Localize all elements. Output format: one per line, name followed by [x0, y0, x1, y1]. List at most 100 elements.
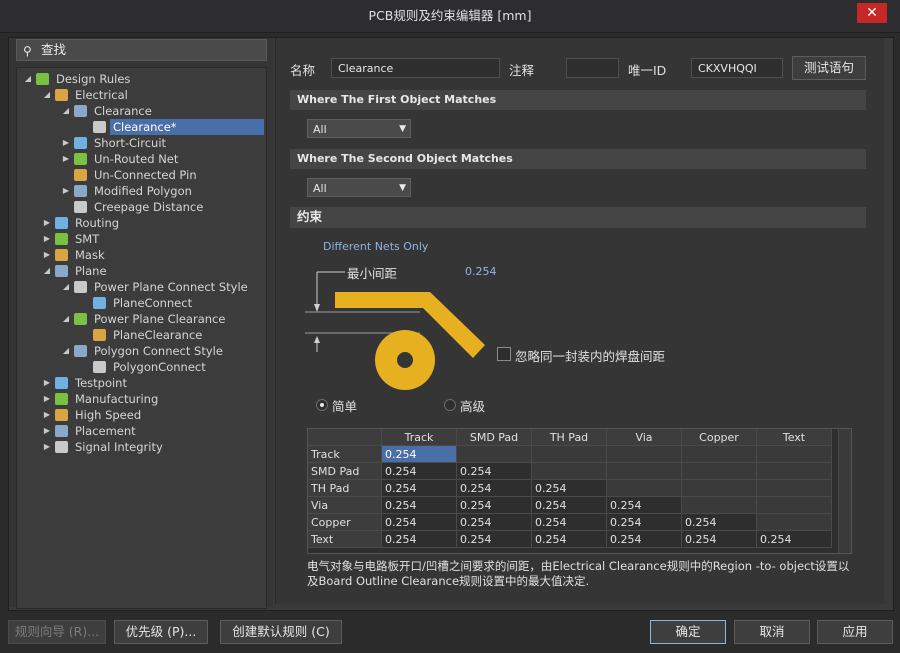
- tree-item-clearance[interactable]: Clearance*: [17, 119, 264, 135]
- net-scope-link[interactable]: Different Nets Only: [323, 240, 428, 253]
- search-input[interactable]: ⚲ 查找: [16, 39, 267, 61]
- matrix-cell[interactable]: 0.254: [381, 462, 457, 480]
- tree-item-polygon-connect-style[interactable]: ◢ Polygon Connect Style: [17, 343, 264, 359]
- mode-simple-label: 简单: [332, 399, 358, 414]
- matrix-cell[interactable]: 0.254: [756, 530, 832, 548]
- tree-item-label: Clearance: [94, 104, 152, 118]
- tree-item-modified-polygon[interactable]: ▶ Modified Polygon: [17, 183, 264, 199]
- matrix-corner: [308, 429, 382, 446]
- collapse-arrow-icon[interactable]: ◢: [42, 263, 52, 279]
- collapse-arrow-icon[interactable]: ◢: [61, 103, 71, 119]
- rule-wizard-button[interactable]: 规则向导 (R)...: [8, 620, 106, 644]
- matrix-cell[interactable]: 0.254: [456, 462, 532, 480]
- tree-item-clearance[interactable]: ◢ Clearance: [17, 103, 264, 119]
- cancel-button[interactable]: 取消: [734, 620, 810, 644]
- collapse-arrow-icon[interactable]: ◢: [23, 71, 33, 87]
- tree-item-un-routed-net[interactable]: ▶ Un-Routed Net: [17, 151, 264, 167]
- clearance-rule-icon: [93, 121, 106, 133]
- tree-item-smt[interactable]: ▶ SMT: [17, 231, 264, 247]
- tree-item-creepage-distance[interactable]: Creepage Distance: [17, 199, 264, 215]
- expand-arrow-icon[interactable]: ▶: [42, 391, 52, 407]
- electrical-icon: [55, 89, 68, 101]
- tree-item-design-rules[interactable]: ◢ Design Rules: [17, 71, 264, 87]
- matrix-cell[interactable]: 0.254: [456, 479, 532, 497]
- mode-advanced-radio[interactable]: [444, 399, 456, 411]
- collapse-arrow-icon[interactable]: ◢: [61, 279, 71, 295]
- matrix-scrollbar[interactable]: [838, 429, 851, 553]
- ignore-pad-checkbox[interactable]: [497, 347, 511, 361]
- second-match-dropdown[interactable]: All ▼: [307, 178, 411, 197]
- tree-item-power-plane-connect-style[interactable]: ◢ Power Plane Connect Style: [17, 279, 264, 295]
- tree-item-electrical[interactable]: ◢ Electrical: [17, 87, 264, 103]
- tree-item-label: Mask: [75, 248, 105, 262]
- matrix-cell[interactable]: 0.254: [456, 496, 532, 514]
- matrix-cell[interactable]: 0.254: [381, 530, 457, 548]
- uid-field[interactable]: CKXVHQQI: [691, 58, 783, 78]
- expand-arrow-icon[interactable]: ▶: [42, 439, 52, 455]
- create-default-rules-button[interactable]: 创建默认规则 (C): [220, 620, 342, 644]
- matrix-cell[interactable]: 0.254: [381, 479, 457, 497]
- clearance-icon: [74, 105, 87, 117]
- tree-item-un-connected-pin[interactable]: Un-Connected Pin: [17, 167, 264, 183]
- matrix-cell[interactable]: 0.254: [606, 530, 682, 548]
- matrix-cell[interactable]: 0.254: [531, 479, 607, 497]
- tree-item-manufacturing[interactable]: ▶ Manufacturing: [17, 391, 264, 407]
- expand-arrow-icon[interactable]: ▶: [42, 423, 52, 439]
- expand-arrow-icon[interactable]: ▶: [42, 407, 52, 423]
- mask-icon: [55, 249, 68, 261]
- matrix-cell[interactable]: 0.254: [381, 513, 457, 531]
- first-match-header: Where The First Object Matches: [290, 90, 866, 110]
- tree-item-plane[interactable]: ◢ Plane: [17, 263, 264, 279]
- tree-item-planeclearance[interactable]: PlaneClearance: [17, 327, 264, 343]
- plane-clearance-style-icon: [74, 313, 87, 325]
- chevron-down-icon: ▼: [399, 124, 406, 134]
- expand-arrow-icon[interactable]: ▶: [61, 151, 71, 167]
- tree-item-routing[interactable]: ▶ Routing: [17, 215, 264, 231]
- collapse-arrow-icon[interactable]: ◢: [61, 343, 71, 359]
- mode-simple-radio[interactable]: [316, 399, 328, 411]
- matrix-cell[interactable]: 0.254: [381, 496, 457, 514]
- apply-button[interactable]: 应用: [817, 620, 893, 644]
- matrix-cell[interactable]: 0.254: [531, 513, 607, 531]
- matrix-cell[interactable]: 0.254: [531, 496, 607, 514]
- matrix-cell[interactable]: 0.254: [681, 513, 757, 531]
- expand-arrow-icon[interactable]: ▶: [42, 231, 52, 247]
- tree-item-signal-integrity[interactable]: ▶ Signal Integrity: [17, 439, 264, 455]
- tree-item-testpoint[interactable]: ▶ Testpoint: [17, 375, 264, 391]
- matrix-cell[interactable]: 0.254: [456, 530, 532, 548]
- matrix-cell[interactable]: 0.254: [531, 530, 607, 548]
- rules-tree[interactable]: ◢ Design Rules ◢ Electrical ◢ Clearance Cleara…: [16, 67, 267, 609]
- first-match-dropdown[interactable]: All ▼: [307, 119, 411, 138]
- plane-clearance-icon: [93, 329, 106, 341]
- matrix-cell[interactable]: 0.254: [606, 513, 682, 531]
- matrix-row-header: Copper: [308, 513, 382, 531]
- matrix-row: Via 0.254 0.254 0.254 0.254: [308, 496, 832, 514]
- expand-arrow-icon[interactable]: ▶: [61, 183, 71, 199]
- tree-item-polygonconnect[interactable]: PolygonConnect: [17, 359, 264, 375]
- matrix-cell[interactable]: 0.254: [381, 445, 457, 463]
- collapse-arrow-icon[interactable]: ◢: [61, 311, 71, 327]
- expand-arrow-icon[interactable]: ▶: [42, 247, 52, 263]
- expand-arrow-icon[interactable]: ▶: [42, 215, 52, 231]
- comment-field[interactable]: [566, 58, 619, 78]
- min-clearance-value[interactable]: 0.254: [465, 265, 497, 278]
- test-query-button[interactable]: 测试语句: [792, 56, 866, 80]
- matrix-cell[interactable]: 0.254: [606, 496, 682, 514]
- ok-button[interactable]: 确定: [650, 620, 726, 644]
- tree-item-planeconnect[interactable]: PlaneConnect: [17, 295, 264, 311]
- priority-button[interactable]: 优先级 (P)...: [114, 620, 208, 644]
- close-button[interactable]: ✕: [857, 3, 887, 23]
- name-field[interactable]: Clearance: [331, 58, 500, 78]
- tree-item-mask[interactable]: ▶ Mask: [17, 247, 264, 263]
- expand-arrow-icon[interactable]: ▶: [42, 375, 52, 391]
- tree-item-placement[interactable]: ▶ Placement: [17, 423, 264, 439]
- matrix-cell[interactable]: 0.254: [681, 530, 757, 548]
- tree-item-high-speed[interactable]: ▶ High Speed: [17, 407, 264, 423]
- clearance-matrix[interactable]: Track SMD Pad TH Pad Via Copper Text Track 0.25…: [307, 428, 852, 554]
- matrix-cell[interactable]: 0.254: [456, 513, 532, 531]
- tree-item-power-plane-clearance[interactable]: ◢ Power Plane Clearance: [17, 311, 264, 327]
- tree-item-short-circuit[interactable]: ▶ Short-Circuit: [17, 135, 264, 151]
- tree-item-label: Modified Polygon: [94, 184, 192, 198]
- collapse-arrow-icon[interactable]: ◢: [42, 87, 52, 103]
- expand-arrow-icon[interactable]: ▶: [61, 135, 71, 151]
